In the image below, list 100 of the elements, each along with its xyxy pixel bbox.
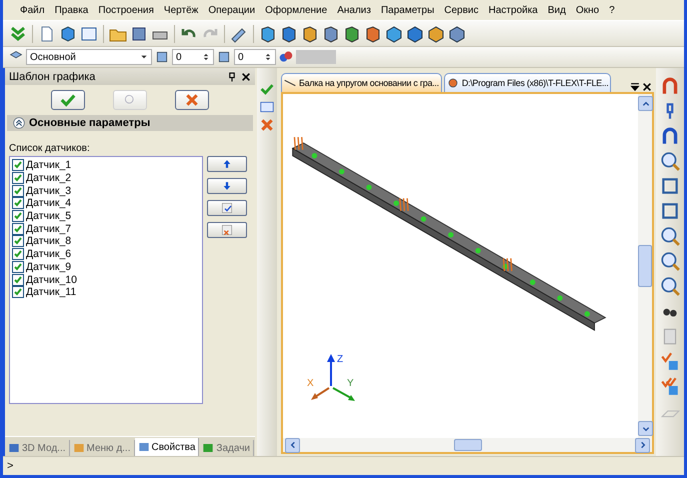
checkbox[interactable] <box>12 210 24 222</box>
line-icon <box>284 77 296 89</box>
close-icon[interactable] <box>642 82 652 92</box>
cancel-button[interactable] <box>175 90 209 110</box>
document-tab[interactable]: Балка на упругом основании с гра... <box>281 73 442 92</box>
frame-icon[interactable] <box>660 201 680 221</box>
zoom-icon[interactable] <box>660 276 680 296</box>
window-icon[interactable] <box>80 24 98 42</box>
menu-item[interactable]: Настройка <box>484 4 543 16</box>
chevron-left-icon <box>288 441 296 449</box>
panel-title: Шаблон графика <box>9 70 96 82</box>
sensor-item[interactable]: Датчик_5 <box>12 210 202 222</box>
zoom-icon[interactable] <box>660 226 680 246</box>
checkbox[interactable] <box>12 184 24 197</box>
caret-icon[interactable] <box>140 53 148 61</box>
checkbox[interactable] <box>12 260 24 273</box>
sensor-item[interactable]: Датчик_3 <box>12 184 202 198</box>
sensor-item[interactable]: Датчик_11 <box>12 286 202 299</box>
solid-icon[interactable] <box>385 24 403 42</box>
spin-field[interactable]: 0 <box>234 49 276 65</box>
sensor-item[interactable]: Датчик_1 <box>12 159 202 172</box>
layer-dropdown[interactable]: Основной <box>26 49 152 65</box>
chevron-down-icon <box>642 424 650 432</box>
menu-item[interactable]: Сервис <box>439 4 484 16</box>
checkbox[interactable] <box>12 222 24 235</box>
cross-icon[interactable] <box>260 118 274 132</box>
checkbox[interactable] <box>12 172 24 184</box>
pin-icon[interactable] <box>227 72 237 82</box>
spin-field[interactable]: 0 <box>172 49 214 65</box>
spin-arrows-icon[interactable] <box>202 53 210 61</box>
shape-icon[interactable] <box>301 24 319 42</box>
menu-item[interactable]: ? <box>604 4 620 16</box>
checkbox[interactable] <box>12 197 24 210</box>
menu-item[interactable]: Правка <box>50 4 94 16</box>
shape-icon[interactable] <box>364 24 382 42</box>
move-up-button[interactable] <box>207 156 247 172</box>
sensor-item[interactable]: Датчик_6 <box>12 248 202 260</box>
tab-icon <box>8 442 20 454</box>
checkbox[interactable] <box>12 159 24 172</box>
scroll-thumb[interactable] <box>454 439 482 451</box>
menu-item[interactable]: Построения <box>93 4 159 16</box>
scroll-thumb[interactable] <box>638 245 652 287</box>
chevron-right-icon <box>638 441 646 449</box>
move-down-button[interactable] <box>207 178 247 194</box>
menu-item[interactable]: Чертёж <box>158 4 204 16</box>
zoom-icon[interactable] <box>660 251 680 271</box>
checkbox[interactable] <box>12 235 24 248</box>
checkmark-icon <box>60 92 76 108</box>
tab-icon <box>72 442 85 454</box>
menu-item[interactable]: Операции <box>203 4 260 16</box>
close-icon[interactable] <box>241 72 251 82</box>
select-all-button[interactable] <box>207 200 247 216</box>
sensor-item[interactable]: Датчик_9 <box>12 260 202 274</box>
menu-item[interactable]: Параметры <box>376 4 440 16</box>
axis-label: X <box>307 378 314 389</box>
sensor-item[interactable]: Датчик_7 <box>12 222 202 236</box>
tab-icon <box>138 441 150 453</box>
menu-item[interactable]: Оформление <box>260 4 332 16</box>
menu-item[interactable]: Анализ <box>332 4 376 16</box>
solid-icon[interactable] <box>406 24 424 42</box>
panel-tab[interactable]: Свойства <box>134 438 200 456</box>
magnet-icon[interactable] <box>660 126 680 146</box>
sensor-item[interactable]: Датчик_4 <box>12 197 202 210</box>
zoom-icon[interactable] <box>660 151 680 171</box>
spheres-icon[interactable] <box>279 50 293 64</box>
frame-icon[interactable] <box>660 176 680 196</box>
spin-arrows-icon[interactable] <box>264 53 272 61</box>
solid-icon[interactable] <box>448 24 466 42</box>
magnet-icon[interactable] <box>660 76 680 96</box>
menu-item[interactable]: Файл <box>15 4 50 16</box>
checkbox[interactable] <box>12 248 24 260</box>
shape-icon[interactable] <box>322 24 340 42</box>
sensor-item[interactable]: Датчик_8 <box>12 235 202 248</box>
check-cube-icon[interactable] <box>660 376 680 396</box>
scroll-right-button[interactable] <box>635 438 650 452</box>
scroll-up-button[interactable] <box>638 96 653 111</box>
up-arrow-icon <box>222 159 232 169</box>
scroll-down-button[interactable] <box>638 421 653 436</box>
deselect-all-button[interactable] <box>207 222 247 238</box>
collapse-icon <box>13 117 25 129</box>
double-chevron-icon[interactable] <box>9 24 27 42</box>
document-tab[interactable]: D:\Program Files (x86)\T-FLEX\T-FLE... <box>444 73 612 92</box>
scroll-left-button[interactable] <box>285 438 300 452</box>
sensor-item[interactable]: Датчик_10 <box>12 273 202 286</box>
sensor-item[interactable]: Датчик_2 <box>12 172 202 184</box>
section-header[interactable]: Основные параметры <box>7 115 253 131</box>
check-cube-icon[interactable] <box>660 351 680 371</box>
shape-icon[interactable] <box>280 24 298 42</box>
checkbox[interactable] <box>12 286 24 298</box>
command-prompt: > <box>7 460 14 472</box>
checkmark-icon[interactable] <box>260 82 274 96</box>
shape-icon[interactable] <box>343 24 361 42</box>
ok-button[interactable] <box>51 90 85 110</box>
tab-list-icon[interactable] <box>630 82 640 92</box>
menu-item[interactable]: Вид <box>542 4 571 16</box>
solid-icon[interactable] <box>427 24 445 42</box>
shape-icon[interactable] <box>259 24 277 42</box>
menu-item[interactable]: Окно <box>570 4 604 16</box>
checkbox[interactable] <box>12 274 24 286</box>
axis-label: Z <box>337 354 344 365</box>
